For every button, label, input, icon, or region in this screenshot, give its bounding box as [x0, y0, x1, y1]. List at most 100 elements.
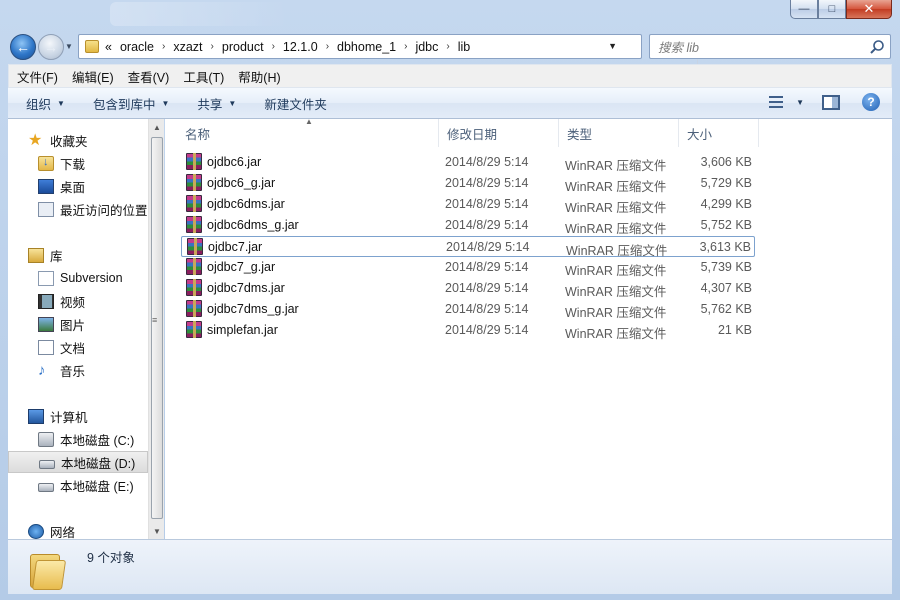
menu-tools[interactable]: 工具(T): [183, 67, 224, 86]
recent-pages-dropdown[interactable]: ▼: [65, 42, 75, 51]
address-dropdown-icon[interactable]: ▼: [608, 41, 617, 51]
sidebar-item-desktop[interactable]: 桌面: [8, 175, 148, 197]
navigation-scrollbar[interactable]: ▲ ≡ ▼: [148, 119, 164, 539]
file-row[interactable]: simplefan.jar 2014/8/29 5:14 WinRAR 压缩文件 21…: [181, 320, 755, 341]
scrollbar-thumb[interactable]: [151, 137, 163, 519]
search-icon[interactable]: [869, 39, 885, 55]
file-size: 5,762 KB: [700, 302, 752, 316]
sidebar-libraries[interactable]: 库: [8, 244, 148, 266]
menu-view[interactable]: 查看(V): [128, 67, 170, 86]
breadcrumb-separator-icon[interactable]: ›: [404, 41, 407, 52]
sidebar-item-downloads[interactable]: 下载: [8, 152, 148, 174]
music-icon: ♪: [38, 361, 46, 379]
file-type: WinRAR 压缩文件: [565, 201, 667, 215]
recent-places-icon: [38, 201, 54, 217]
winrar-archive-icon: [186, 174, 202, 191]
sidebar-item-videos[interactable]: 视频: [8, 290, 148, 312]
document-icon: [38, 339, 54, 355]
file-name-cell: ojdbc6dms.jar: [186, 195, 285, 212]
menu-edit[interactable]: 编辑(E): [72, 67, 114, 86]
column-header-type[interactable]: 类型: [559, 119, 679, 147]
breadcrumb-item[interactable]: oracle: [120, 40, 154, 54]
breadcrumb-item[interactable]: jdbc: [415, 40, 438, 54]
video-icon: [38, 293, 54, 309]
organize-button[interactable]: 组织 ▼: [26, 94, 65, 113]
search-box[interactable]: 搜索 lib: [649, 34, 891, 59]
file-date: 2014/8/29 5:14: [445, 155, 529, 169]
file-row[interactable]: ojdbc6_g.jar 2014/8/29 5:14 WinRAR 压缩文件 5,7…: [181, 173, 755, 194]
sidebar-label: 网络: [50, 525, 76, 540]
sidebar-item-drive-e[interactable]: 本地磁盘 (E:): [8, 474, 148, 496]
winrar-archive-icon: [186, 300, 202, 317]
sidebar-network[interactable]: 网络: [8, 520, 148, 539]
file-row[interactable]: ojdbc6dms_g.jar 2014/8/29 5:14 WinRAR 压缩文件…: [181, 215, 755, 236]
file-date: 2014/8/29 5:14: [445, 323, 529, 337]
search-input[interactable]: 搜索 lib: [658, 37, 699, 56]
file-name-cell: ojdbc6.jar: [186, 153, 261, 170]
file-size: 4,307 KB: [700, 281, 752, 295]
sidebar-item-drive-d[interactable]: 本地磁盘 (D:): [8, 451, 148, 473]
breadcrumb-separator-icon[interactable]: ›: [162, 41, 165, 52]
new-folder-button[interactable]: 新建文件夹: [264, 94, 327, 113]
sidebar-item-documents[interactable]: 文档: [8, 336, 148, 358]
organize-label: 组织: [26, 97, 52, 112]
breadcrumb-separator-icon[interactable]: ›: [211, 41, 214, 52]
file-size: 3,606 KB: [700, 155, 752, 169]
sidebar-item-drive-c[interactable]: 本地磁盘 (C:): [8, 428, 148, 450]
forward-button[interactable]: →: [38, 34, 64, 60]
sidebar-item-music[interactable]: ♪ 音乐: [8, 359, 148, 381]
breadcrumb-item[interactable]: product: [222, 40, 264, 54]
sidebar-item-recent-places[interactable]: 最近访问的位置: [8, 198, 148, 220]
maximize-button[interactable]: □: [818, 0, 846, 19]
file-row[interactable]: ojdbc6dms.jar 2014/8/29 5:14 WinRAR 压缩文件 4,…: [181, 194, 755, 215]
view-options-dropdown[interactable]: ▼: [796, 98, 804, 107]
breadcrumb-overflow[interactable]: «: [105, 40, 112, 54]
sidebar-item-pictures[interactable]: 图片: [8, 313, 148, 335]
file-list: ▲ 名称 修改日期 类型 大小 ojdbc6.jar 2014/8/29 5:14…: [165, 117, 892, 539]
share-label: 共享: [197, 97, 223, 112]
column-header-date[interactable]: 修改日期: [439, 119, 559, 147]
scroll-down-icon[interactable]: ▼: [149, 523, 165, 539]
sidebar-label: 图片: [60, 318, 86, 333]
navigation-row: ← → ▼ « oracle › xzazt › product › 12.1.0 › dbho…: [0, 30, 900, 64]
minimize-button[interactable]: —: [790, 0, 818, 19]
column-header-name[interactable]: 名称: [177, 119, 439, 147]
sidebar-label: 本地磁盘 (C:): [60, 433, 135, 448]
close-button[interactable]: ✕: [846, 0, 892, 19]
scroll-up-icon[interactable]: ▲: [149, 119, 165, 135]
back-button[interactable]: ←: [10, 34, 36, 60]
include-in-library-button[interactable]: 包含到库中 ▼: [93, 94, 169, 113]
menu-file[interactable]: 文件(F): [17, 67, 58, 86]
breadcrumb-item[interactable]: lib: [458, 40, 471, 54]
sidebar-item-subversion[interactable]: Subversion: [8, 267, 148, 289]
winrar-archive-icon: [187, 238, 203, 255]
share-button[interactable]: 共享 ▼: [197, 94, 236, 113]
star-icon: ★: [28, 131, 43, 149]
arrow-right-icon: →: [44, 39, 58, 55]
sidebar-favorites[interactable]: ★ 收藏夹: [8, 129, 148, 151]
file-row[interactable]: ojdbc7dms_g.jar 2014/8/29 5:14 WinRAR 压缩文件…: [181, 299, 755, 320]
file-size: 5,752 KB: [700, 218, 752, 232]
breadcrumb-item[interactable]: dbhome_1: [337, 40, 396, 54]
help-icon[interactable]: ?: [862, 93, 880, 111]
file-name: ojdbc7dms.jar: [207, 280, 285, 295]
sidebar-label: 桌面: [60, 180, 86, 195]
breadcrumb-separator-icon[interactable]: ›: [446, 41, 449, 52]
file-date: 2014/8/29 5:14: [445, 281, 529, 295]
file-row[interactable]: ojdbc7_g.jar 2014/8/29 5:14 WinRAR 压缩文件 5,7…: [181, 257, 755, 278]
address-bar[interactable]: « oracle › xzazt › product › 12.1.0 › dbhome_1 › j…: [78, 34, 714, 64]
file-name: ojdbc6_g.jar: [207, 175, 276, 190]
menu-help[interactable]: 帮助(H): [238, 67, 280, 86]
breadcrumb-item[interactable]: xzazt: [173, 40, 202, 54]
breadcrumb-separator-icon[interactable]: ›: [272, 41, 275, 52]
breadcrumb-item[interactable]: 12.1.0: [283, 40, 318, 54]
column-header-size[interactable]: 大小: [679, 119, 759, 147]
command-bar: 组织 ▼ 包含到库中 ▼ 共享 ▼ 新建文件夹 ▼ ?: [8, 88, 892, 119]
breadcrumb-separator-icon[interactable]: ›: [326, 41, 329, 52]
preview-pane-icon[interactable]: [822, 94, 840, 110]
view-options-icon[interactable]: [766, 93, 786, 111]
sidebar-computer[interactable]: 计算机: [8, 405, 148, 427]
file-row[interactable]: ojdbc7dms.jar 2014/8/29 5:14 WinRAR 压缩文件 4,…: [181, 278, 755, 299]
file-row[interactable]: ojdbc6.jar 2014/8/29 5:14 WinRAR 压缩文件 3,606…: [181, 152, 755, 173]
file-row[interactable]: ojdbc7.jar 2014/8/29 5:14 WinRAR 压缩文件 3,613…: [181, 236, 755, 258]
